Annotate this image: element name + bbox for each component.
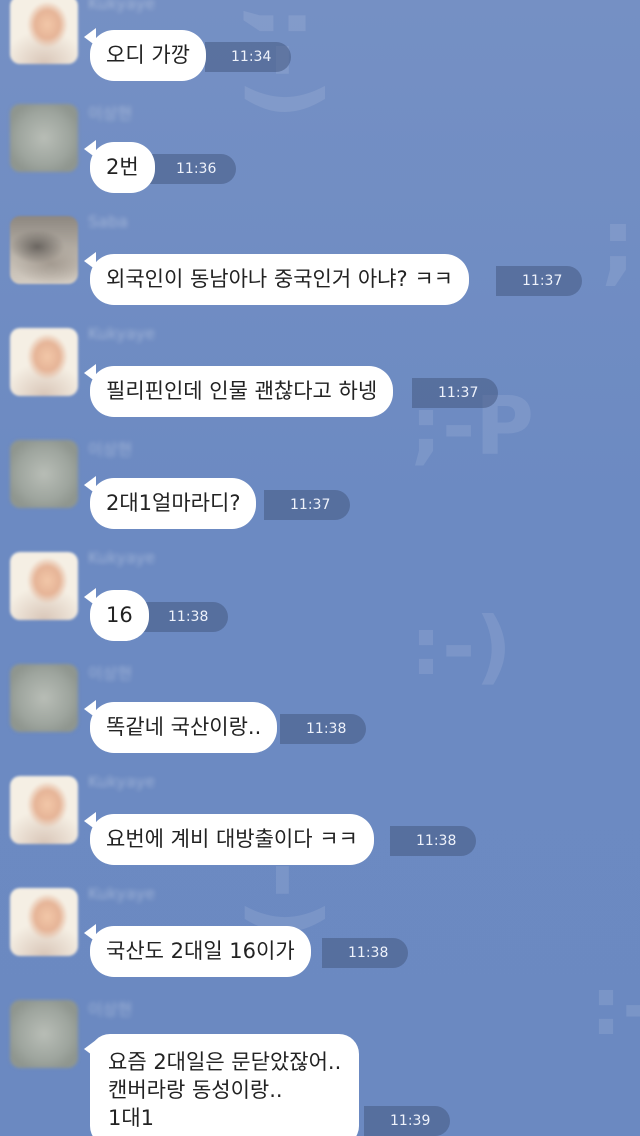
message-time: 11:38 xyxy=(390,826,477,856)
avatar[interactable] xyxy=(10,216,78,284)
sender-name: Kukyaye xyxy=(88,884,156,903)
avatar[interactable] xyxy=(10,664,78,732)
message-time: 11:38 xyxy=(322,938,409,968)
bg-emoticon: :-P xyxy=(590,960,640,1053)
message-time: 11:37 xyxy=(412,378,499,408)
chat-background: ;-) ;-P :-) ;-) ; :-P Kukyaye 오디 가깡 11:3… xyxy=(0,0,640,1136)
sender-name: 이상현 xyxy=(88,440,133,459)
message-time: 11:38 xyxy=(142,602,229,632)
bg-emoticon: ; xyxy=(600,190,636,295)
sender-name: Kukyaye xyxy=(88,324,156,343)
avatar[interactable] xyxy=(10,0,78,64)
sender-name: Kukyaye xyxy=(88,0,156,13)
message-time: 11:39 xyxy=(364,1106,451,1136)
message-bubble[interactable]: 2번 xyxy=(90,142,155,193)
message-time: 11:38 xyxy=(280,714,367,744)
message-bubble[interactable]: 국산도 2대일 16이가 xyxy=(90,926,311,977)
message-bubble[interactable]: 요즘 2대일은 문닫았잖어.. 캔버라랑 동성이랑.. 1대1 xyxy=(90,1034,360,1136)
avatar[interactable] xyxy=(10,888,78,956)
sender-name: 이상현 xyxy=(88,664,133,683)
message-bubble[interactable]: 외국인이 동남아나 중국인거 아냐? ㅋㅋ xyxy=(90,254,469,305)
message-bubble[interactable]: 2대1얼마라디? xyxy=(90,478,257,529)
avatar[interactable] xyxy=(10,776,78,844)
sender-name: 이상현 xyxy=(88,104,133,123)
sender-name: Kukyaye xyxy=(88,548,156,567)
message-bubble[interactable]: 오디 가깡 xyxy=(90,30,206,81)
message-time: 11:37 xyxy=(496,266,583,296)
message-bubble[interactable]: 16 xyxy=(90,590,149,641)
message-bubble[interactable]: 똑같네 국산이랑.. xyxy=(90,702,278,753)
message-time: 11:36 xyxy=(150,154,237,184)
avatar[interactable] xyxy=(10,552,78,620)
message-bubble[interactable]: 요번에 계비 대방출이다 ㅋㅋ xyxy=(90,814,374,865)
bg-emoticon: :-) xyxy=(410,600,512,693)
avatar[interactable] xyxy=(10,328,78,396)
avatar[interactable] xyxy=(10,440,78,508)
sender-name: Kukyaye xyxy=(88,772,156,791)
message-time: 11:34 xyxy=(205,42,292,72)
message-bubble[interactable]: 필리핀인데 인물 괜찮다고 하넹 xyxy=(90,366,394,417)
avatar[interactable] xyxy=(10,104,78,172)
message-time: 11:37 xyxy=(264,490,351,520)
avatar[interactable] xyxy=(10,1000,78,1068)
sender-name: Saba xyxy=(88,212,128,231)
sender-name: 이상현 xyxy=(88,1000,133,1019)
